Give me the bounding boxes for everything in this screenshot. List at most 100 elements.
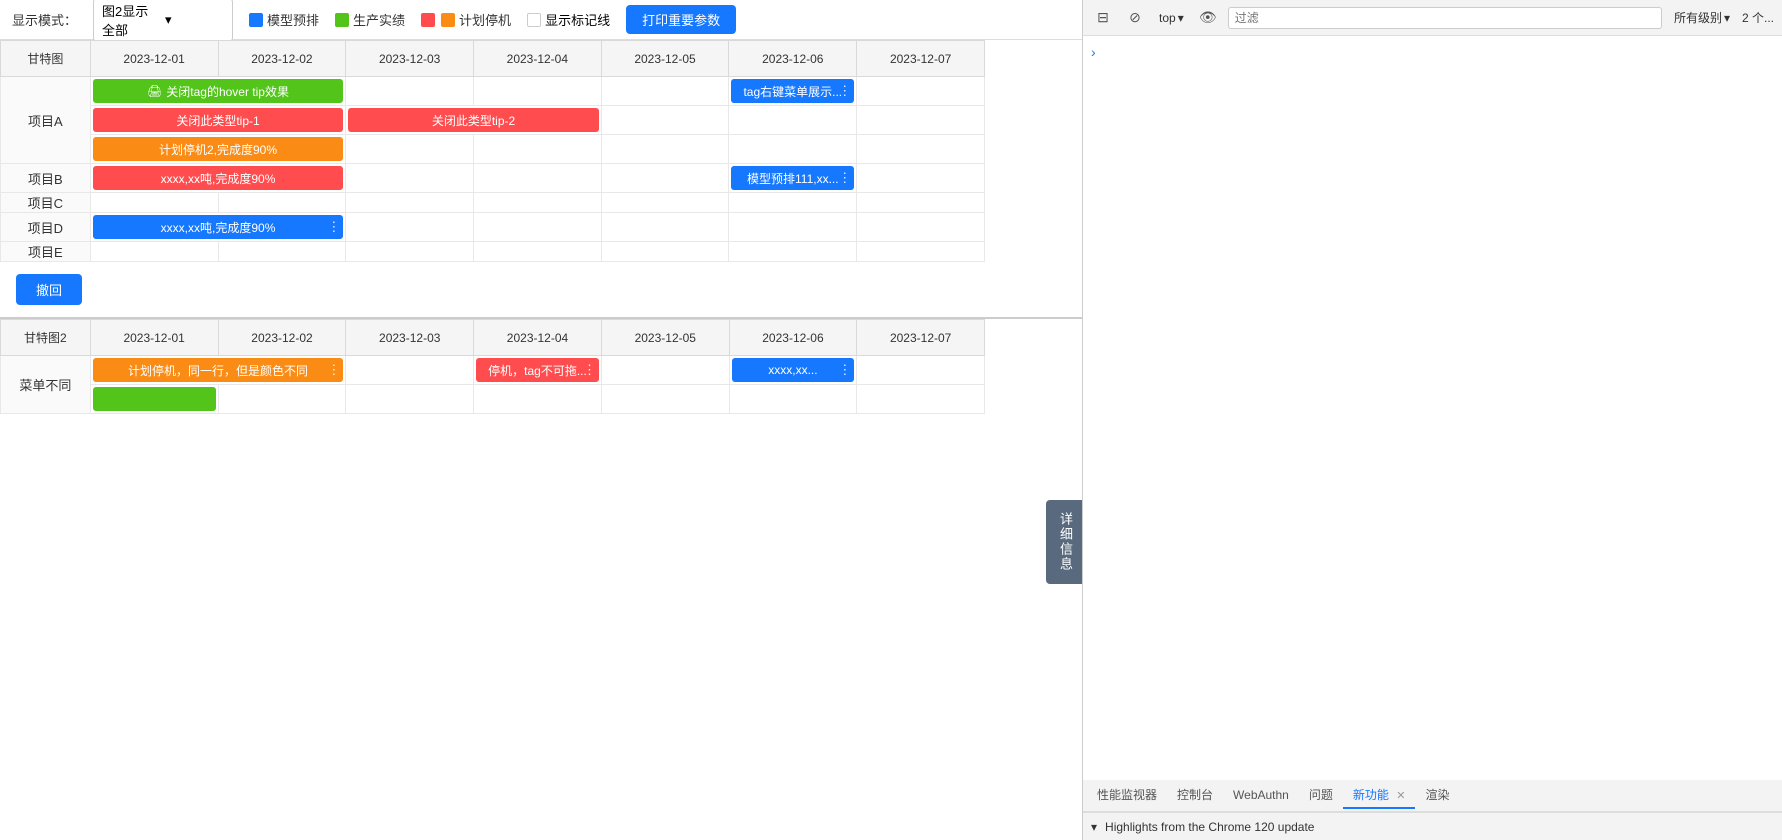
project-a-blue-bar[interactable]: tag右键菜单展示... ⋮ [731, 79, 854, 103]
gantt2-header: 甘特图2 2023-12-01 2023-12-02 2023-12-03 20… [1, 320, 985, 356]
panel-layout-icon[interactable]: ⊟ [1091, 6, 1115, 30]
gantt2-date-5: 2023-12-06 [729, 320, 857, 356]
mark-checkbox[interactable] [527, 13, 541, 27]
menu-green-bar[interactable] [93, 387, 216, 411]
undo-button[interactable]: 撤回 [16, 274, 82, 305]
project-c-row: 项目C [1, 193, 985, 213]
project-e-label: 项目E [1, 242, 91, 262]
project-a-row3-col6 [857, 135, 985, 164]
tab-render-label: 渲染 [1425, 788, 1449, 802]
legend-mark-check[interactable]: 显示标记线 [527, 10, 610, 29]
tab-render[interactable]: 渲染 [1415, 782, 1459, 809]
menu-orange-bar[interactable]: 计划停机，同一行，但是颜色不同 ⋮ [93, 358, 344, 382]
menu-row1-col6 [857, 356, 985, 385]
menu-row1-col3[interactable]: 停机，tag不可拖... ⋮ [474, 356, 602, 385]
menu-orange-dots[interactable]: ⋮ [327, 362, 340, 378]
top-dropdown[interactable]: top ▾ [1155, 9, 1188, 27]
project-b-col4 [601, 164, 729, 193]
project-b-col5[interactable]: 模型预排111,xx... ⋮ [729, 164, 857, 193]
legend-mark-label: 显示标记线 [545, 10, 610, 29]
gantt2-date-1: 2023-12-02 [218, 320, 346, 356]
project-a-green-text: 关闭tag的hover tip效果 [166, 83, 289, 100]
project-e-col2 [346, 242, 474, 262]
filter-input[interactable] [1228, 7, 1662, 29]
project-a-orange-text: 计划停机2,完成度90% [159, 141, 277, 158]
count-badge: 2 个... [1742, 9, 1774, 26]
display-mode-select[interactable]: 图2显示全部 ▾ [93, 0, 233, 42]
menu-blue-dots[interactable]: ⋮ [838, 362, 851, 378]
all-levels-button[interactable]: 所有级别 ▾ [1670, 7, 1734, 28]
project-c-col1 [218, 193, 346, 213]
project-a-orange-bar[interactable]: 计划停机2,完成度90% [93, 137, 344, 161]
menu-dots-icon[interactable]: ⋮ [838, 83, 851, 99]
top-label: top [1159, 11, 1176, 25]
project-a-row1-col5[interactable]: tag右键菜单展示... ⋮ [729, 77, 857, 106]
tab-new-features-close[interactable]: ✕ [1396, 790, 1405, 802]
gantt1-date-5: 2023-12-06 [729, 41, 857, 77]
project-d-menu-dots[interactable]: ⋮ [327, 219, 340, 235]
menu-row1-col5[interactable]: xxxx,xx... ⋮ [729, 356, 857, 385]
project-e-col0 [90, 242, 218, 262]
project-d-col6 [857, 213, 985, 242]
menu-red-bar[interactable]: 停机，tag不可拖... ⋮ [476, 358, 599, 382]
project-b-col2 [346, 164, 474, 193]
project-d-blue-cell[interactable]: xxxx,xx吨,完成度90% ⋮ [90, 213, 346, 242]
gantt2-title-cell: 甘特图2 [1, 320, 91, 356]
expand-arrow-icon[interactable]: › [1091, 44, 1096, 60]
project-a-row2-col4 [601, 106, 729, 135]
block-icon[interactable]: ⊘ [1123, 6, 1147, 30]
project-d-col3 [474, 213, 602, 242]
menu-red-dots[interactable]: ⋮ [583, 362, 596, 378]
display-mode-value: 图2显示全部 [102, 1, 161, 39]
gantt2-date-4: 2023-12-05 [601, 320, 729, 356]
bottom-text: Highlights from the Chrome 120 update [1105, 820, 1314, 834]
project-a-red2-bar[interactable]: 关闭此类型tip-2 [348, 108, 598, 132]
menu-red-text: 停机，tag不可拖... [488, 362, 587, 379]
project-a-orange-cell[interactable]: 计划停机2,完成度90% [90, 135, 346, 164]
project-e-col3 [474, 242, 602, 262]
legend-production: 生产实绩 [335, 10, 405, 29]
tab-console[interactable]: 控制台 [1167, 782, 1223, 809]
gantt2-date-0: 2023-12-01 [90, 320, 218, 356]
project-a-red1-bar[interactable]: 关闭此类型tip-1 [93, 108, 344, 132]
project-a-blue-text: tag右键菜单展示... [743, 83, 842, 100]
project-e-col5 [729, 242, 857, 262]
project-d-blue-bar[interactable]: xxxx,xx吨,完成度90% ⋮ [93, 215, 344, 239]
eye-icon[interactable]: 👁 [1196, 6, 1220, 30]
project-d-col2 [346, 213, 474, 242]
legend-planned-label: 计划停机 [459, 10, 511, 29]
tab-webauthn-label: WebAuthn [1233, 788, 1289, 802]
tab-new-features[interactable]: 新功能 ✕ [1343, 782, 1416, 809]
bottom-arrow-icon[interactable]: ▾ [1091, 820, 1097, 834]
devtools-tabs: 性能监视器 控制台 WebAuthn 问题 新功能 ✕ 渲染 [1083, 780, 1782, 812]
display-mode-label: 显示模式： [12, 10, 77, 29]
project-e-col1 [218, 242, 346, 262]
tab-issues[interactable]: 问题 [1299, 782, 1343, 809]
devtools-content: › [1083, 36, 1782, 780]
chevron-down-icon: ▾ [165, 12, 224, 28]
project-a-row1-col4 [601, 77, 729, 106]
menu-row2-col1 [218, 385, 346, 414]
project-b-red-bar[interactable]: xxxx,xx吨,完成度90% [93, 166, 344, 190]
devtools-bottom-bar: ▾ Highlights from the Chrome 120 update [1083, 812, 1782, 840]
project-a-red1-cell[interactable]: 关闭此类型tip-1 [90, 106, 346, 135]
detail-panel-button[interactable]: 详细信息 [1046, 500, 1082, 584]
menu-blue-bar[interactable]: xxxx,xx... ⋮ [732, 358, 855, 382]
project-b-red-cell[interactable]: xxxx,xx吨,完成度90% [90, 164, 346, 193]
legend-production-box [335, 13, 349, 27]
print-button[interactable]: 打印重要参数 [626, 5, 736, 34]
undo-area: 撤回 [0, 262, 1082, 317]
menu-row2-col0[interactable] [90, 385, 218, 414]
project-a-red1-text: 关闭此类型tip-1 [176, 112, 259, 129]
project-a-red2-cell[interactable]: 关闭此类型tip-2 [346, 106, 601, 135]
project-a-green-bar[interactable]: 🖨 关闭tag的hover tip效果 [93, 79, 344, 103]
tab-webauthn[interactable]: WebAuthn [1223, 784, 1299, 808]
menu-orange-cell[interactable]: 计划停机，同一行，但是颜色不同 ⋮ [90, 356, 346, 385]
tab-performance[interactable]: 性能监视器 [1087, 782, 1167, 809]
project-b-blue-bar[interactable]: 模型预排111,xx... ⋮ [731, 166, 854, 190]
legend-planned-red-box [421, 13, 435, 27]
project-b-menu-dots[interactable]: ⋮ [838, 170, 851, 186]
gantt2-date-2: 2023-12-03 [346, 320, 474, 356]
menu-row2-col5 [729, 385, 857, 414]
project-a-bar-green[interactable]: 🖨 关闭tag的hover tip效果 [90, 77, 346, 106]
